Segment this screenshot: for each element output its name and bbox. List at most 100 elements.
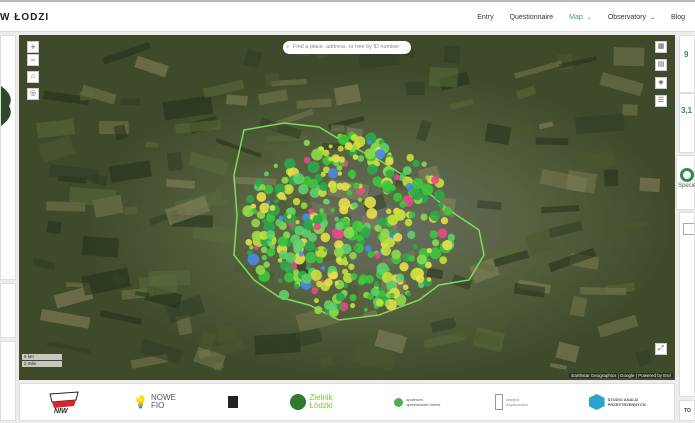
tree-point[interactable] [247,253,260,266]
search-input[interactable]: ⌕ Find a place, address, or tree by ID nu… [283,41,411,54]
tree-point[interactable] [349,251,357,260]
tree-point[interactable] [337,145,344,152]
locate-button[interactable]: ◎ [27,88,39,100]
tree-point[interactable] [393,192,403,202]
tree-point[interactable] [298,251,304,257]
tree-point[interactable] [313,223,321,231]
nav-questionnaire[interactable]: Questionnaire [510,14,554,21]
tree-point[interactable] [251,218,261,228]
logo-niw[interactable]: NIW [46,390,80,414]
tree-point[interactable] [352,154,359,160]
tree-point[interactable] [301,273,312,284]
tree-point[interactable] [292,239,304,251]
tree-point[interactable] [319,182,329,192]
tree-point[interactable] [440,216,449,225]
tree-point[interactable] [278,215,284,221]
home-button[interactable]: ⌂ [27,71,39,83]
tree-point[interactable] [367,293,374,300]
tree-point[interactable] [385,169,395,179]
tree-point[interactable] [323,247,328,252]
tree-point[interactable] [351,220,364,232]
tree-point[interactable] [277,258,283,263]
tree-point[interactable] [421,183,434,196]
tree-point[interactable] [342,260,349,266]
tree-point[interactable] [259,184,266,191]
tree-point[interactable] [329,271,338,280]
tree-point[interactable] [251,208,256,213]
tree-point[interactable] [442,239,453,251]
tree-point[interactable] [350,273,358,281]
tree-point[interactable] [412,159,420,168]
tree-point[interactable] [320,265,326,271]
legend-button[interactable]: ☰ [655,95,667,107]
nav-observatory[interactable]: Observatory ⌄ [608,14,655,21]
tree-point[interactable] [404,218,413,227]
filter-select[interactable] [683,223,694,235]
tree-point[interactable] [431,175,440,185]
tree-point[interactable] [329,185,337,194]
tree-point[interactable] [303,156,311,164]
tree-point[interactable] [254,245,259,250]
tree-point[interactable] [346,189,353,196]
tree-point[interactable] [340,182,350,191]
tree-point[interactable] [391,249,401,260]
tree-point[interactable] [339,205,349,215]
basemap-button[interactable]: ▦ [655,41,667,53]
tree-point[interactable] [429,210,441,222]
tree-point[interactable] [328,168,339,179]
tree-point[interactable] [293,283,300,290]
tree-point[interactable] [412,178,424,190]
tree-point[interactable] [289,226,295,231]
tree-point[interactable] [357,197,363,202]
tree-point[interactable] [324,199,330,205]
nav-blog[interactable]: Blog [671,14,685,21]
zoom-in-button[interactable]: + [27,41,39,53]
tree-point[interactable] [284,263,294,274]
tree-point[interactable] [395,273,405,283]
tree-point[interactable] [335,221,344,231]
tree-point[interactable] [287,214,292,219]
tree-point[interactable] [363,307,368,312]
tree-point[interactable] [420,213,428,221]
tree-point[interactable] [353,245,358,251]
logo-opiekunowie[interactable]: społeczni opiekunowie drzew [394,397,442,407]
tree-point[interactable] [263,261,270,268]
tree-point[interactable] [426,247,432,254]
tree-point[interactable] [311,287,319,295]
tree-point[interactable] [377,217,387,227]
tree-point[interactable] [278,278,283,284]
tree-point[interactable] [281,176,289,184]
tree-point[interactable] [320,171,326,177]
tree-point[interactable] [360,239,366,245]
tree-point[interactable] [389,228,397,236]
tree-point[interactable] [314,247,319,252]
tree-point[interactable] [300,202,308,209]
tree-point[interactable] [366,208,378,219]
tree-point[interactable] [375,298,384,307]
tree-point[interactable] [439,256,448,265]
tree-point[interactable] [328,144,333,149]
tree-point[interactable] [408,255,415,262]
tree-point[interactable] [250,203,257,209]
logo-zielnik[interactable]: Zielnik Łódzki [290,394,341,410]
tree-point[interactable] [402,166,412,176]
tree-point[interactable] [367,140,372,145]
tree-point[interactable] [385,157,394,166]
sketch-button[interactable]: ▤ [655,59,667,71]
tree-point[interactable] [320,232,331,243]
tree-point[interactable] [298,183,309,195]
tree-point[interactable] [255,265,266,275]
tree-point[interactable] [331,154,341,163]
tree-point[interactable] [266,230,276,240]
tree-point[interactable] [437,228,448,239]
tree-point[interactable] [261,254,268,261]
tree-point[interactable] [407,230,416,240]
map-view[interactable]: ⌕ Find a place, address, or tree by ID nu… [19,35,675,380]
tree-point[interactable] [284,272,295,283]
tree-point[interactable] [353,182,360,189]
tree-point[interactable] [328,302,338,312]
tree-point[interactable] [402,284,409,290]
tree-point[interactable] [264,171,269,177]
tree-point[interactable] [285,252,296,263]
tree-point[interactable] [277,192,286,200]
